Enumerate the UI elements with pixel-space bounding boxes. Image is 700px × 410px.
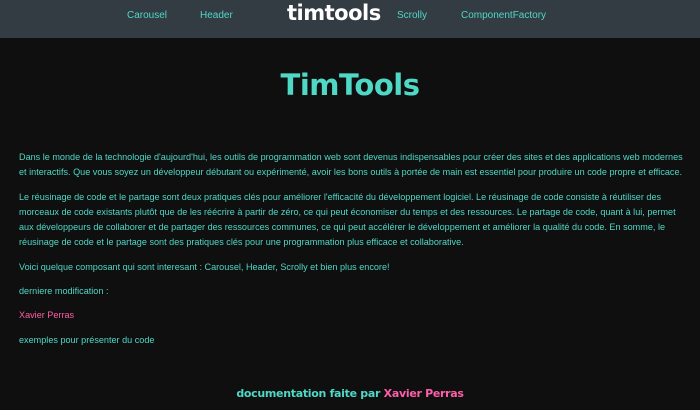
code-examples-text: exemples pour présenter du code	[19, 334, 155, 345]
main-content: Dans le monde de la technologie d'aujour…	[19, 150, 683, 357]
footer-credit: documentation faite par Xavier Perras	[0, 387, 700, 400]
refactoring-paragraph: Le réusinage de code et le partage sont …	[19, 191, 676, 248]
top-navigation-bar: Carousel Header timtools Scrolly Compone…	[0, 0, 700, 38]
footer-author: Xavier Perras	[383, 387, 464, 400]
author-name: Xavier Perras	[19, 310, 75, 321]
site-logo[interactable]: timtools	[287, 1, 381, 25]
page-title: TimTools	[280, 68, 420, 102]
nav-link-component-factory[interactable]: ComponentFactory	[461, 10, 546, 21]
footer-prefix: documentation faite par	[236, 387, 381, 400]
nav-link-header[interactable]: Header	[200, 10, 233, 21]
components-paragraph: Voici quelque composant qui sont interes…	[19, 261, 390, 272]
nav-link-carousel[interactable]: Carousel	[127, 10, 167, 21]
intro-paragraph: Dans le monde de la technologie d'aujour…	[19, 152, 683, 178]
last-modified-label: derniere modification :	[19, 286, 109, 297]
nav-link-scrolly[interactable]: Scrolly	[397, 10, 427, 21]
